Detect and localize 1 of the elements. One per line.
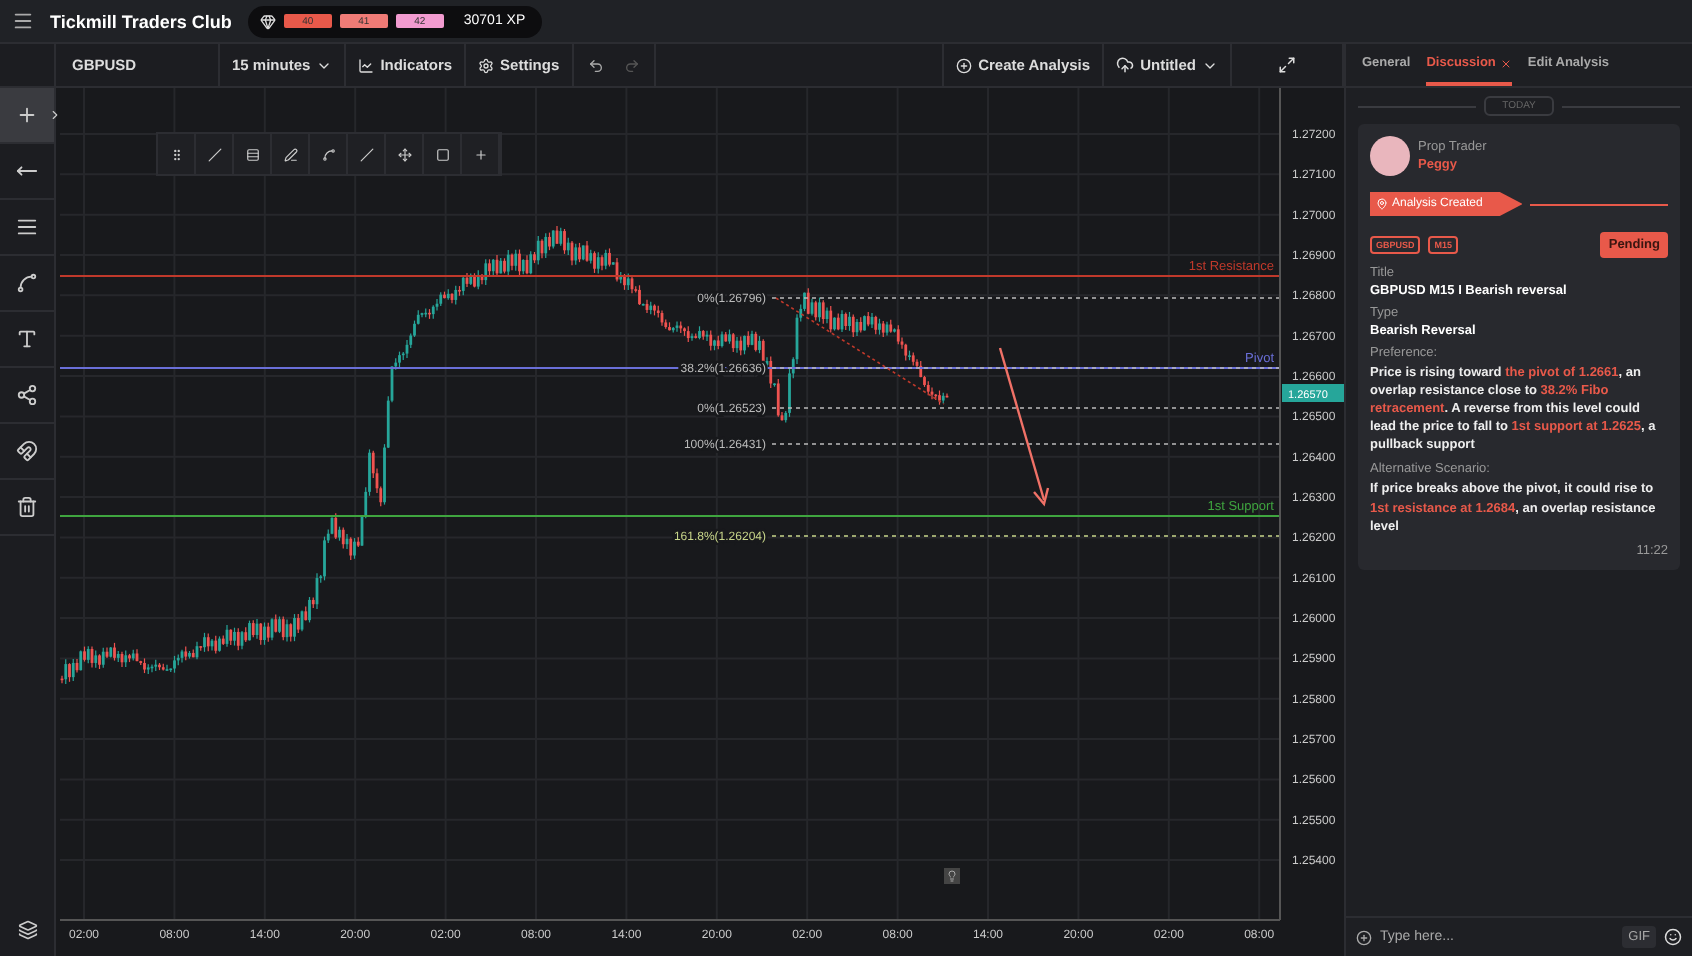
app-title: Tickmill Traders Club <box>50 11 232 31</box>
